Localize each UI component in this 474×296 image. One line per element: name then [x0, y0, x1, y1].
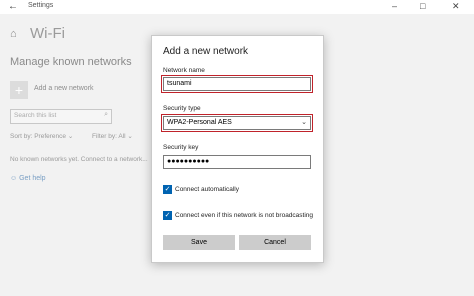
add-network-label: Add a new network — [34, 85, 94, 92]
connect-even-label: Connect even if this network is not broa… — [175, 212, 314, 219]
sort-label: Sort by: — [10, 133, 33, 140]
add-network-button[interactable]: + Add a new network — [10, 81, 130, 99]
security-type-value: WPA2-Personal AES — [167, 119, 232, 126]
back-arrow-icon[interactable]: ← — [8, 1, 18, 12]
close-icon[interactable]: ✕ — [452, 1, 460, 12]
page-title: Wi-Fi — [30, 25, 65, 42]
get-help-label: Get help — [19, 175, 46, 182]
window-titlebar: ← Settings – □ ✕ — [0, 0, 474, 14]
sort-dropdown[interactable]: Sort by: Preference ⌄ — [10, 132, 73, 140]
search-input[interactable]: Search this list ⌕ — [10, 109, 112, 124]
security-key-field[interactable]: ●●●●●●●●●● — [163, 155, 311, 169]
filter-label: Filter by: — [92, 133, 117, 140]
get-help-link[interactable]: ☺ Get help — [10, 175, 46, 182]
save-button[interactable]: Save — [163, 235, 235, 250]
cancel-button[interactable]: Cancel — [239, 235, 311, 250]
plus-icon: + — [10, 81, 28, 99]
empty-list-text: No known networks yet. Connect to a netw… — [10, 156, 148, 163]
maximize-icon[interactable]: □ — [420, 1, 425, 11]
security-type-select[interactable]: WPA2-Personal AES ⌄ — [163, 116, 311, 130]
home-icon[interactable]: ⌂ — [10, 28, 17, 40]
network-name-field[interactable]: tsunami — [163, 77, 311, 91]
security-type-label: Security type — [163, 105, 201, 112]
sort-value: Preference — [34, 133, 67, 140]
security-key-label: Security key — [163, 144, 199, 151]
search-placeholder: Search this list — [14, 112, 57, 119]
filter-value: All — [118, 133, 126, 140]
connect-automatically-label: Connect automatically — [175, 186, 239, 193]
network-name-label: Network name — [163, 67, 205, 74]
chevron-down-icon: ⌄ — [301, 119, 307, 126]
add-network-dialog: Add a new network Network name tsunami S… — [151, 35, 324, 263]
connect-even-checkbox[interactable]: ✓ — [163, 211, 172, 220]
filter-dropdown[interactable]: Filter by: All ⌄ — [92, 132, 133, 140]
chevron-down-icon: ⌄ — [127, 133, 133, 140]
connect-automatically-checkbox[interactable]: ✓ — [163, 185, 172, 194]
search-icon: ⌕ — [104, 111, 108, 118]
window-title: Settings — [28, 2, 54, 9]
dialog-title: Add a new network — [163, 46, 249, 57]
chevron-down-icon: ⌄ — [67, 133, 74, 140]
minimize-icon[interactable]: – — [392, 1, 397, 11]
section-heading: Manage known networks — [10, 56, 132, 68]
help-icon: ☺ — [10, 175, 18, 182]
